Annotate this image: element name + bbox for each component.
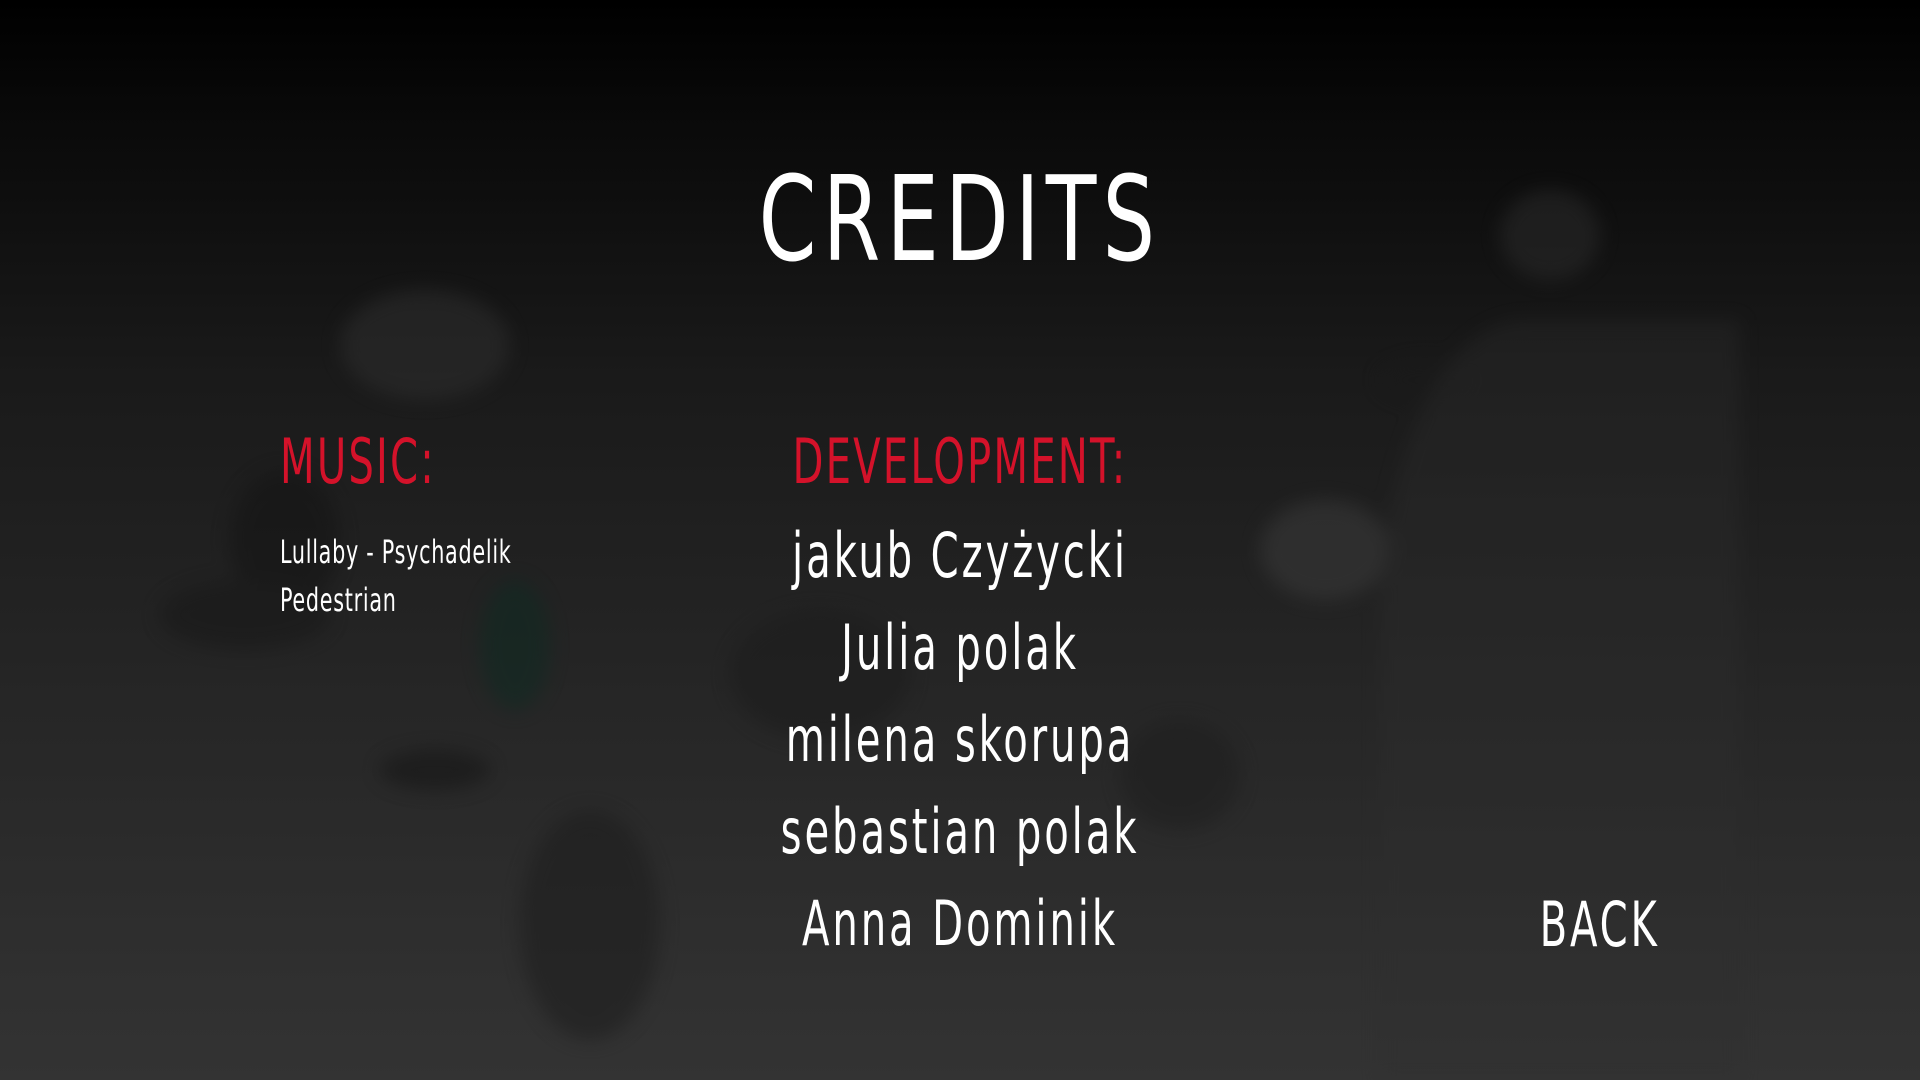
credits-screen: CREDITS MUSIC: Lullaby - Psychadelik Ped…	[0, 0, 1920, 1080]
development-heading: DEVELOPMENT:	[792, 425, 1128, 498]
page-title: CREDITS	[758, 150, 1162, 288]
developer-name: milena skorupa	[785, 703, 1135, 776]
back-button[interactable]: BACK	[1540, 888, 1657, 961]
developer-name: Julia polak	[841, 611, 1079, 684]
developer-name: sebastian polak	[780, 795, 1140, 868]
developer-name: Anna Dominik	[802, 887, 1118, 960]
developer-name: jakub Czyżycki	[792, 519, 1128, 592]
